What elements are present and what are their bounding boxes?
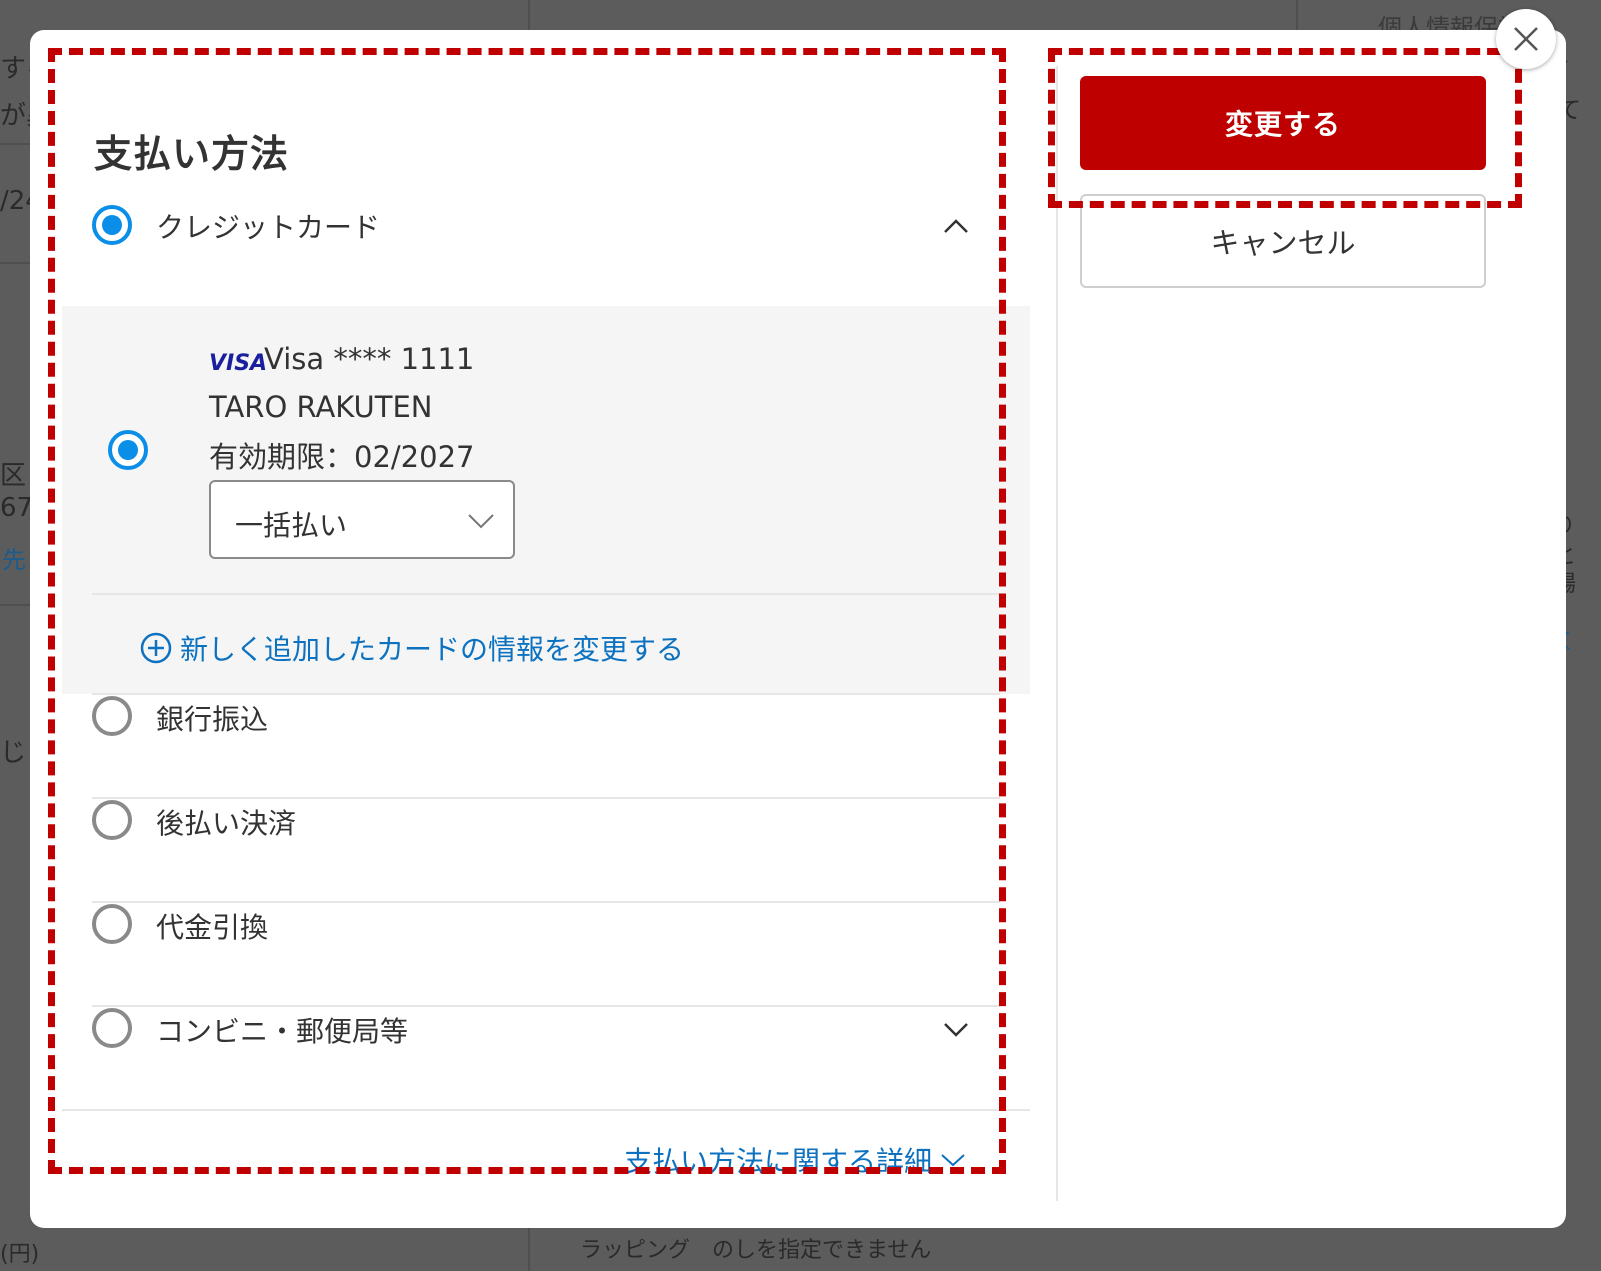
chevron-down-icon	[941, 1154, 965, 1167]
radio-saved-card[interactable]	[108, 430, 148, 470]
radio-convenience-store[interactable]	[92, 1008, 132, 1048]
close-icon	[1514, 27, 1538, 51]
payment-details-link[interactable]: 支払い方法に関する詳細	[624, 1140, 966, 1180]
add-card-link[interactable]: 新しく追加したカードの情報を変更する	[140, 628, 684, 668]
bg-divider	[528, 0, 530, 30]
card-holder: TARO RAKUTEN	[209, 390, 433, 424]
divider	[62, 1109, 1030, 1111]
bg-divider	[0, 262, 30, 264]
option-label-credit-card: クレジットカード	[156, 211, 381, 244]
divider	[92, 693, 1000, 695]
credit-card-details: VISA Visa **** 1111 TARO RAKUTEN 有効期限：02…	[62, 306, 1030, 694]
bg-text: (円)	[0, 1242, 40, 1267]
chevron-up-icon[interactable]	[942, 216, 970, 236]
bg-text: ラッピング のしを指定できません	[580, 1238, 932, 1263]
payment-options-panel: 支払い方法 クレジットカード VISA Visa **** 1111 TARO …	[30, 30, 1056, 1228]
radio-cash-on-delivery[interactable]	[92, 904, 132, 944]
bg-divider	[0, 143, 30, 145]
close-button[interactable]	[1496, 9, 1556, 69]
divider	[92, 797, 1000, 799]
divider	[92, 1005, 1000, 1007]
bg-divider	[528, 1228, 530, 1271]
modal-title: 支払い方法	[94, 132, 290, 176]
divider	[92, 901, 1000, 903]
card-number: Visa **** 1111	[264, 342, 475, 376]
visa-logo: VISA	[209, 351, 268, 376]
option-label-bank-transfer: 銀行振込	[156, 703, 269, 736]
option-label-deferred-payment: 後払い決済	[156, 807, 297, 840]
change-button[interactable]: 変更する	[1080, 76, 1486, 170]
bg-link: 先	[2, 546, 26, 574]
add-card-link-label: 新しく追加したカードの情報を変更する	[180, 633, 685, 666]
card-expiry: 有効期限：02/2027	[209, 440, 475, 474]
chevron-down-icon	[468, 514, 494, 529]
payment-method-modal: 支払い方法 クレジットカード VISA Visa **** 1111 TARO …	[30, 30, 1566, 1228]
payment-details-link-label: 支払い方法に関する詳細	[624, 1145, 933, 1178]
radio-credit-card[interactable]	[92, 205, 132, 245]
panel-divider	[1056, 66, 1058, 1201]
chevron-down-icon[interactable]	[942, 1020, 970, 1040]
installment-select[interactable]: 一括払い	[209, 480, 515, 559]
installment-selected-value: 一括払い	[235, 509, 348, 542]
bg-divider	[1296, 0, 1298, 30]
option-label-convenience-store: コンビニ・郵便局等	[156, 1015, 409, 1048]
radio-deferred-payment[interactable]	[92, 800, 132, 840]
radio-bank-transfer[interactable]	[92, 696, 132, 736]
cancel-button[interactable]: キャンセル	[1080, 194, 1486, 288]
option-label-cash-on-delivery: 代金引換	[156, 911, 269, 944]
bg-divider	[0, 604, 30, 606]
divider	[92, 593, 1000, 595]
plus-circle-icon	[140, 632, 172, 664]
bg-text: じ	[0, 738, 27, 768]
